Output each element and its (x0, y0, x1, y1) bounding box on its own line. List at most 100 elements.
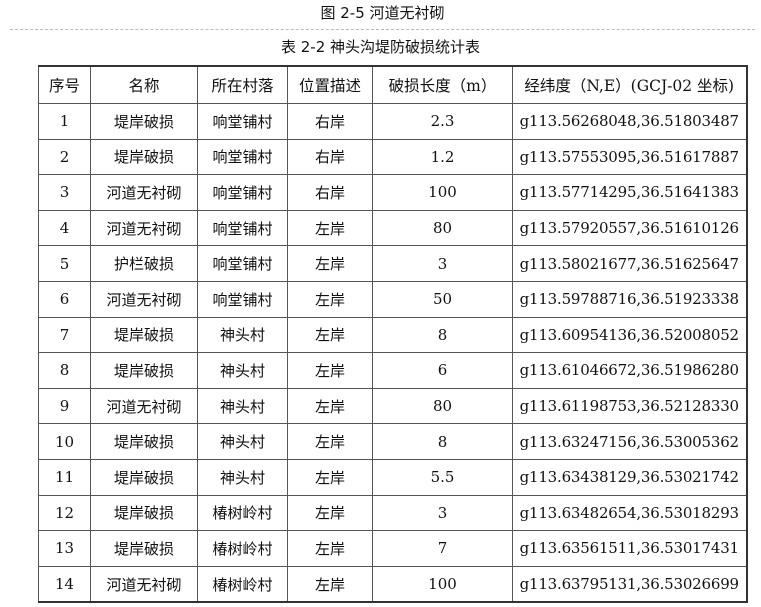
cell-damage-length: 2.3 (372, 103, 513, 140)
cell-village: 椿树岭村 (197, 494, 288, 532)
header-damage-length: 破损长度（m） (372, 65, 513, 104)
cell-coordinates: g113.63795131,36.53026699 (512, 565, 748, 604)
header-village: 所在村落 (197, 65, 288, 104)
cell-index: 3 (38, 174, 91, 211)
cell-name: 护栏破损 (90, 245, 198, 282)
cell-damage-length: 50 (372, 280, 513, 318)
cell-village: 神头村 (197, 316, 288, 354)
cell-index: 11 (38, 458, 91, 496)
cell-position: 左岸 (287, 565, 373, 604)
cell-position: 左岸 (287, 458, 373, 496)
header-index: 序号 (38, 65, 91, 104)
table-row: 13 堤岸破损 椿树岭村 左岸 7 g113.63561511,36.53017431 (38, 530, 748, 567)
cell-position: 左岸 (287, 316, 373, 354)
cell-coordinates: g113.57920557,36.51610126 (512, 209, 748, 247)
cell-name: 堤岸破损 (90, 423, 198, 460)
cell-coordinates: g113.57553095,36.51617887 (512, 138, 748, 176)
cell-village: 椿树岭村 (197, 530, 288, 567)
cell-village: 响堂铺村 (197, 209, 288, 247)
cell-name: 河道无衬砌 (90, 280, 198, 318)
cell-name: 河道无衬砌 (90, 565, 198, 604)
figure-caption: 图 2-5 河道无衬砌 (10, 0, 755, 30)
table-row: 5 护栏破损 响堂铺村 左岸 3 g113.58021677,36.51625647 (38, 245, 748, 282)
table-row: 14 河道无衬砌 椿树岭村 左岸 100 g113.63795131,36.5302669… (38, 565, 748, 604)
cell-index: 10 (38, 423, 91, 460)
cell-damage-length: 80 (372, 387, 513, 425)
cell-village: 椿树岭村 (197, 565, 288, 604)
cell-position: 左岸 (287, 209, 373, 247)
cell-index: 13 (38, 530, 91, 567)
header-coordinates: 经纬度（N,E）(GCJ-02 坐标) (512, 65, 748, 104)
cell-position: 右岸 (287, 174, 373, 211)
cell-name: 堤岸破损 (90, 138, 198, 176)
cell-coordinates: g113.63561511,36.53017431 (512, 530, 748, 567)
cell-index: 6 (38, 280, 91, 318)
cell-position: 左岸 (287, 387, 373, 425)
cell-name: 堤岸破损 (90, 352, 198, 389)
table-row: 1 堤岸破损 响堂铺村 右岸 2.3 g113.56268048,36.51803487 (38, 103, 748, 140)
cell-coordinates: g113.57714295,36.51641383 (512, 174, 748, 211)
cell-coordinates: g113.63482654,36.53018293 (512, 494, 748, 532)
cell-index: 4 (38, 209, 91, 247)
cell-village: 响堂铺村 (197, 103, 288, 140)
cell-damage-length: 100 (372, 565, 513, 604)
damage-statistics-table: 序号 名称 所在村落 位置描述 破损长度（m） 经纬度（N,E）(GCJ-02 … (38, 65, 748, 604)
table-row: 7 堤岸破损 神头村 左岸 8 g113.60954136,36.52008052 (38, 316, 748, 354)
cell-name: 河道无衬砌 (90, 387, 198, 425)
cell-coordinates: g113.60954136,36.52008052 (512, 316, 748, 354)
cell-index: 7 (38, 316, 91, 354)
cell-index: 14 (38, 565, 91, 604)
table-row: 8 堤岸破损 神头村 左岸 6 g113.61046672,36.51986280 (38, 352, 748, 389)
table-row: 3 河道无衬砌 响堂铺村 右岸 100 g113.57714295,36.51641383 (38, 174, 748, 211)
table-body: 1 堤岸破损 响堂铺村 右岸 2.3 g113.56268048,36.51803487 2… (38, 103, 748, 604)
cell-name: 堤岸破损 (90, 103, 198, 140)
header-position: 位置描述 (287, 65, 373, 104)
table-row: 12 堤岸破损 椿树岭村 左岸 3 g113.63482654,36.53018293 (38, 494, 748, 532)
cell-position: 左岸 (287, 423, 373, 460)
cell-damage-length: 7 (372, 530, 513, 567)
cell-damage-length: 100 (372, 174, 513, 211)
cell-damage-length: 8 (372, 316, 513, 354)
cell-village: 神头村 (197, 458, 288, 496)
cell-name: 河道无衬砌 (90, 174, 198, 211)
cell-name: 堤岸破损 (90, 458, 198, 496)
cell-coordinates: g113.56268048,36.51803487 (512, 103, 748, 140)
cell-position: 左岸 (287, 530, 373, 567)
cell-position: 左岸 (287, 494, 373, 532)
cell-damage-length: 1.2 (372, 138, 513, 176)
cell-coordinates: g113.63247156,36.53005362 (512, 423, 748, 460)
cell-index: 12 (38, 494, 91, 532)
cell-damage-length: 3 (372, 494, 513, 532)
cell-coordinates: g113.61046672,36.51986280 (512, 352, 748, 389)
cell-damage-length: 3 (372, 245, 513, 282)
cell-position: 左岸 (287, 245, 373, 282)
cell-position: 左岸 (287, 352, 373, 389)
cell-index: 2 (38, 138, 91, 176)
cell-position: 右岸 (287, 103, 373, 140)
cell-village: 响堂铺村 (197, 174, 288, 211)
cell-coordinates: g113.63438129,36.53021742 (512, 458, 748, 496)
cell-index: 8 (38, 352, 91, 389)
cell-name: 堤岸破损 (90, 316, 198, 354)
cell-index: 1 (38, 103, 91, 140)
table-row: 10 堤岸破损 神头村 左岸 8 g113.63247156,36.53005362 (38, 423, 748, 460)
cell-village: 响堂铺村 (197, 280, 288, 318)
cell-coordinates: g113.61198753,36.52128330 (512, 387, 748, 425)
table-title: 表 2-2 神头沟堤防破损统计表 (280, 38, 481, 56)
cell-name: 堤岸破损 (90, 530, 198, 567)
cell-village: 响堂铺村 (197, 245, 288, 282)
cell-damage-length: 6 (372, 352, 513, 389)
header-name: 名称 (90, 65, 198, 104)
table-row: 11 堤岸破损 神头村 左岸 5.5 g113.63438129,36.53021742 (38, 458, 748, 496)
cell-index: 5 (38, 245, 91, 282)
table-row: 9 河道无衬砌 神头村 左岸 80 g113.61198753,36.52128330 (38, 387, 748, 425)
cell-coordinates: g113.58021677,36.51625647 (512, 245, 748, 282)
cell-position: 左岸 (287, 280, 373, 318)
cell-damage-length: 5.5 (372, 458, 513, 496)
table-row: 2 堤岸破损 响堂铺村 右岸 1.2 g113.57553095,36.51617887 (38, 138, 748, 176)
cell-name: 堤岸破损 (90, 494, 198, 532)
cell-name: 河道无衬砌 (90, 209, 198, 247)
cell-position: 右岸 (287, 138, 373, 176)
cell-village: 响堂铺村 (197, 138, 288, 176)
cell-village: 神头村 (197, 387, 288, 425)
